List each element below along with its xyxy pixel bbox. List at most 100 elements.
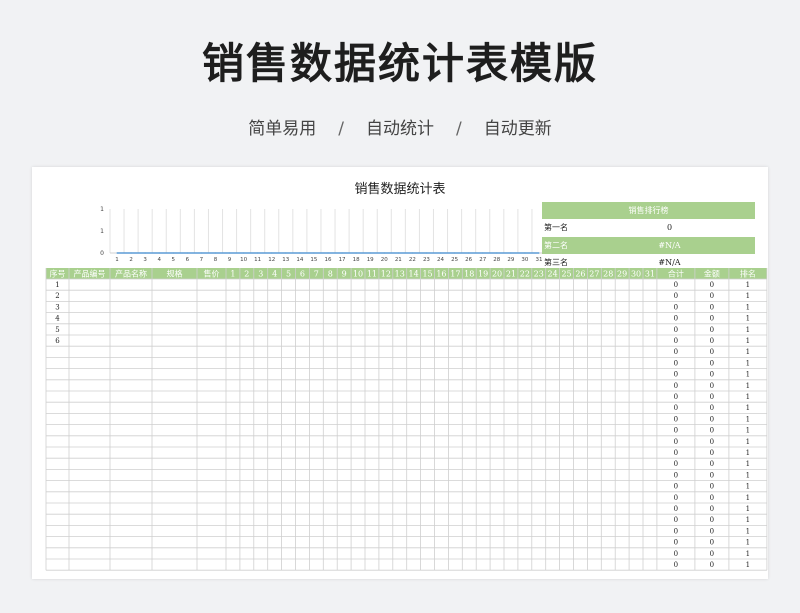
- page-title: 销售数据统计表模版: [201, 39, 598, 88]
- table-cell-amount: 0: [710, 516, 714, 524]
- table-cell-total: 0: [674, 348, 678, 356]
- table-header-cell: 23: [534, 269, 544, 278]
- table-cell-total: 0: [674, 561, 678, 569]
- table-cell-total: 0: [674, 427, 678, 435]
- table-header-cell: 合计: [668, 268, 684, 278]
- table-cell-rank: 1: [746, 471, 750, 479]
- table-cell-row-number: 5: [55, 326, 59, 334]
- table-cell-rank: 1: [746, 483, 750, 491]
- table-cell-amount: 0: [710, 427, 714, 435]
- table-header-cell: 11: [367, 269, 377, 278]
- table-header-cell: 3: [258, 269, 263, 278]
- subtitle-separator: /: [338, 119, 344, 139]
- table-header-cell: 21: [506, 269, 516, 278]
- table-cell-rank: 1: [746, 337, 750, 345]
- table-header-cell: 16: [436, 269, 446, 278]
- table-header-cell: 售价: [204, 268, 220, 278]
- sales-table: 序号 产品编号 产品名称 规格 售价 1 2 3 4 5 6 7 8 9 10 11 12 13 14 15 16 17 1…: [45, 268, 768, 571]
- table-header-cell: 24: [548, 269, 558, 278]
- table-cell-rank: 1: [746, 505, 750, 513]
- table-cell-rank: 1: [746, 415, 750, 423]
- table-cell-amount: 0: [710, 348, 714, 356]
- table-cell-rank: 1: [746, 449, 750, 457]
- table-header-cell: 5: [286, 269, 291, 278]
- table-header-cell: 26: [575, 269, 585, 278]
- table-cell-total: 0: [674, 415, 678, 423]
- table-header-cell: 12: [381, 269, 391, 278]
- table-cell-amount: 0: [710, 561, 714, 569]
- subtitle-item-auto-stats: 自动统计: [366, 119, 434, 139]
- table-cell-total: 0: [674, 326, 678, 334]
- table-cell-amount: 0: [710, 505, 714, 513]
- table-cell-total: 0: [674, 483, 678, 491]
- table-cell-amount: 0: [710, 539, 714, 547]
- subtitle: 简单易用 / 自动统计 / 自动更新: [0, 114, 800, 139]
- table-cell-row-number: 6: [55, 337, 60, 345]
- table-header-cell: 1: [230, 269, 235, 278]
- table-cell-rank: 1: [746, 382, 750, 390]
- table-cell-total: 0: [674, 505, 678, 513]
- table-cell-total: 0: [674, 550, 678, 558]
- table-cell-rank: 1: [746, 427, 750, 435]
- table-cell-rank: 1: [746, 303, 750, 311]
- table-cell-amount: 0: [710, 382, 714, 390]
- table-header-cell: 27: [589, 269, 599, 278]
- table-header-cell: 31: [645, 269, 655, 278]
- table-cell-total: 0: [674, 382, 678, 390]
- table-header-cell: 产品编号: [74, 268, 106, 278]
- table-cell-rank: 1: [746, 561, 750, 569]
- table-cell-amount: 0: [710, 438, 714, 446]
- table-cell-total: 0: [674, 337, 678, 345]
- table-cell-amount: 0: [710, 494, 714, 502]
- table-cell-rank: 1: [746, 281, 750, 289]
- table-cell-rank: 1: [746, 326, 750, 334]
- table-cell-amount: 0: [710, 315, 714, 323]
- table-cell-rank: 1: [746, 359, 750, 367]
- table-cell-amount: 0: [710, 460, 714, 468]
- table-cell-amount: 0: [710, 404, 714, 412]
- spreadsheet-preview: 销售数据统计表 0 1 1 1 2 3 4 5 6 7 8 9 10 11 12 13 14 15 16 17 18 19…: [32, 167, 768, 579]
- table-cell-total: 0: [674, 371, 678, 379]
- table-header-cell: 2: [244, 269, 249, 278]
- table-cell-rank: 1: [746, 393, 750, 401]
- table-cell-total: 0: [674, 359, 678, 367]
- table-header-cell: 4: [272, 269, 277, 278]
- table-cell-amount: 0: [710, 281, 714, 289]
- table-header-cell: 19: [478, 269, 488, 278]
- table-cell-row-number: 2: [55, 292, 59, 300]
- table-cell-amount: 0: [710, 359, 714, 367]
- table-cell-rank: 1: [746, 527, 750, 535]
- table-header-cell: 序号: [50, 268, 66, 278]
- table-cell-rank: 1: [746, 404, 750, 412]
- table-cell-row-number: 4: [55, 315, 60, 323]
- table-cell-total: 0: [674, 438, 678, 446]
- table-cell-total: 0: [674, 516, 678, 524]
- table-header-cell: 规格: [167, 268, 183, 278]
- table-header-cell: 20: [492, 269, 502, 278]
- table-header-cell: 15: [422, 269, 432, 278]
- table-cell-row-number: 3: [55, 303, 59, 311]
- table-header-cell: 产品名称: [115, 268, 147, 278]
- table-cell-total: 0: [674, 460, 678, 468]
- table-cell-amount: 0: [710, 393, 714, 401]
- table-cell-amount: 0: [710, 292, 714, 300]
- table-cell-rank: 1: [746, 550, 750, 558]
- table-header-cell: 17: [450, 269, 460, 278]
- table-header-cell: 22: [520, 269, 530, 278]
- table-cell-row-number: 1: [55, 281, 59, 289]
- table-cell-rank: 1: [746, 371, 750, 379]
- table-cell-total: 0: [674, 404, 678, 412]
- table-cell-total: 0: [674, 471, 678, 479]
- table-header-cell: 金额: [704, 268, 720, 278]
- table-cell-total: 0: [674, 527, 678, 535]
- table-cell-total: 0: [674, 315, 678, 323]
- table-cell-rank: 1: [746, 516, 750, 524]
- table-cell-total: 0: [674, 449, 678, 457]
- table-cell-total: 0: [674, 281, 678, 289]
- table-header-cell: 28: [603, 269, 613, 278]
- table-header-cell: 30: [631, 269, 641, 278]
- table-header-cell: 8: [328, 269, 333, 278]
- table-header-cell: 9: [342, 269, 347, 278]
- table-header-cell: 13: [395, 269, 405, 278]
- table-cell-total: 0: [674, 494, 678, 502]
